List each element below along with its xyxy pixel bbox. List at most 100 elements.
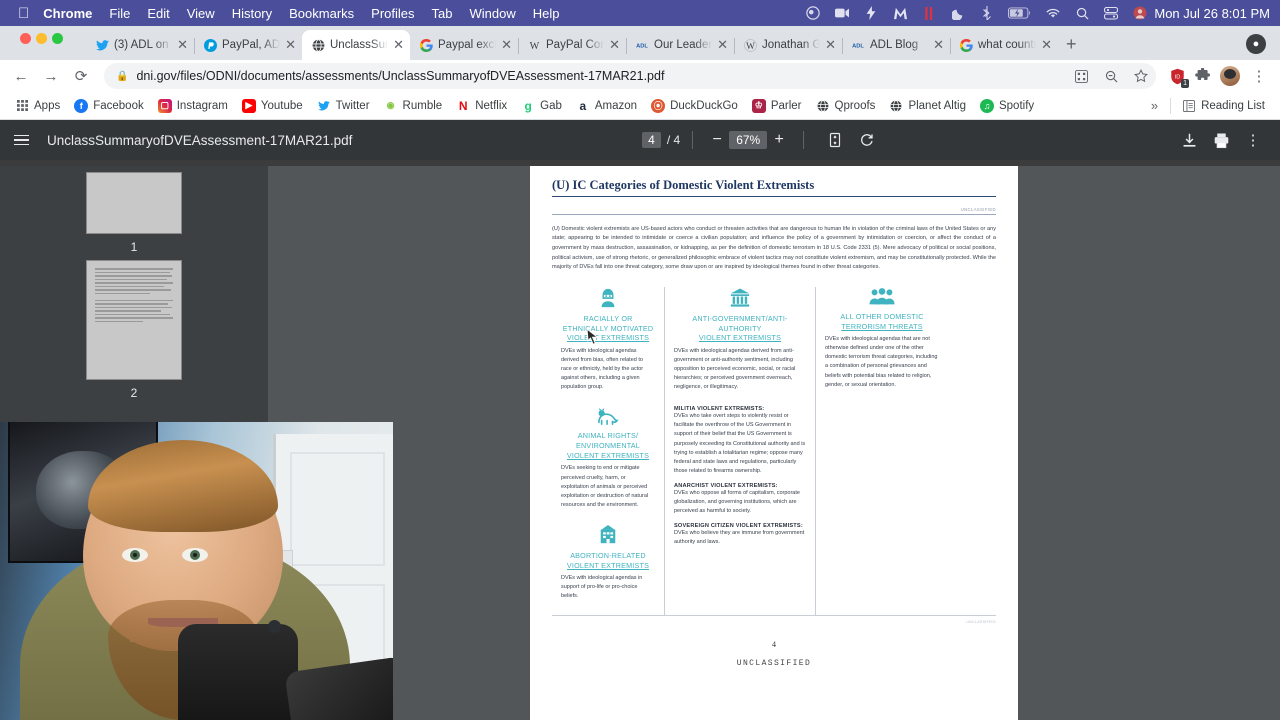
zoom-in-button[interactable]: + bbox=[767, 128, 791, 152]
forward-arrow-icon[interactable]: → bbox=[38, 63, 64, 89]
reading-list-button[interactable]: Reading List bbox=[1175, 96, 1272, 116]
tab-label: Jonathan Gr bbox=[762, 39, 821, 51]
new-tab-button[interactable]: + bbox=[1066, 34, 1077, 55]
close-tab-icon[interactable]: ✕ bbox=[1041, 37, 1052, 53]
qr-code-icon[interactable] bbox=[1070, 65, 1092, 87]
tab-jonathan-greenblatt[interactable]: W Jonathan Gr ✕ bbox=[734, 30, 843, 60]
menu-item-chrome[interactable]: Chrome bbox=[43, 6, 92, 21]
menubar-clock[interactable]: Mon Jul 26 8:01 PM bbox=[1154, 6, 1270, 21]
bookmark-instagram[interactable]: ▢ Instagram bbox=[151, 96, 235, 116]
thumbnail-item-2[interactable]: 2 bbox=[0, 260, 268, 400]
bookmarks-overflow-button[interactable]: » bbox=[1143, 98, 1166, 113]
reload-icon[interactable]: ⟳ bbox=[68, 63, 94, 89]
three-dot-menu-icon[interactable]: ⋮ bbox=[1246, 63, 1272, 89]
tab-adl-twitter[interactable]: (3) ADL on T ✕ bbox=[86, 30, 195, 60]
close-tab-icon[interactable]: ✕ bbox=[717, 37, 728, 53]
download-icon[interactable] bbox=[1176, 127, 1202, 153]
fit-to-page-icon[interactable] bbox=[822, 127, 848, 153]
bookmark-duckduckgo[interactable]: ⦿ DuckDuckGo bbox=[644, 96, 745, 116]
spotlight-search-icon[interactable] bbox=[1074, 5, 1090, 21]
maximize-window-button[interactable] bbox=[52, 33, 63, 44]
zoom-out-icon[interactable] bbox=[1100, 65, 1122, 87]
menu-item-view[interactable]: View bbox=[187, 6, 215, 21]
lightning-icon[interactable] bbox=[863, 5, 879, 21]
bookmark-twitter[interactable]: Twitter bbox=[310, 96, 377, 116]
menu-item-tab[interactable]: Tab bbox=[432, 6, 453, 21]
bookmark-youtube[interactable]: ▶ Youtube bbox=[235, 96, 310, 116]
bookmark-amazon[interactable]: a Amazon bbox=[569, 96, 644, 116]
account-avatar[interactable] bbox=[1220, 66, 1240, 86]
address-bar[interactable]: 🔒 dni.gov/files/ODNI/documents/assessmen… bbox=[104, 63, 1156, 89]
menu-item-file[interactable]: File bbox=[109, 6, 130, 21]
bluetooth-icon[interactable] bbox=[979, 5, 995, 21]
bookmark-apps[interactable]: Apps bbox=[8, 96, 67, 116]
tab-label: UnclassSum bbox=[330, 39, 388, 51]
close-tab-icon[interactable]: ✕ bbox=[933, 37, 944, 53]
close-tab-icon[interactable]: ✕ bbox=[501, 37, 512, 53]
close-tab-icon[interactable]: ✕ bbox=[393, 37, 404, 53]
bookmark-netflix[interactable]: N Netflix bbox=[449, 96, 514, 116]
pdf-page-container[interactable]: (U) IC Categories of Domestic Violent Ex… bbox=[268, 166, 1280, 720]
tab-our-leaders[interactable]: ADL Our Leaders ✕ bbox=[626, 30, 735, 60]
close-window-button[interactable] bbox=[20, 33, 31, 44]
bookmark-qproofs[interactable]: Qproofs bbox=[809, 96, 883, 116]
category-heading-line3: VIOLENT EXTREMISTS bbox=[566, 333, 650, 343]
window-controls[interactable] bbox=[10, 33, 63, 52]
hamburger-menu-icon[interactable] bbox=[14, 134, 29, 146]
obs-icon[interactable] bbox=[805, 5, 821, 21]
apple-logo-icon[interactable]:  bbox=[18, 6, 29, 21]
close-tab-icon[interactable]: ✕ bbox=[825, 37, 836, 53]
menu-item-window[interactable]: Window bbox=[470, 6, 516, 21]
rumble-icon: ◉ bbox=[386, 100, 395, 110]
do-not-disturb-moon-icon[interactable] bbox=[950, 5, 966, 21]
pdf-zoom-level[interactable]: 67% bbox=[729, 131, 768, 149]
thumbnail-page-1-preview[interactable] bbox=[86, 172, 182, 234]
minimize-window-button[interactable] bbox=[36, 33, 47, 44]
microphone bbox=[178, 624, 298, 720]
bookmark-spotify[interactable]: ♫ Spotify bbox=[973, 96, 1041, 116]
menu-item-bookmarks[interactable]: Bookmarks bbox=[289, 6, 354, 21]
menu-item-history[interactable]: History bbox=[232, 6, 272, 21]
rotate-icon[interactable] bbox=[854, 127, 880, 153]
close-tab-icon[interactable]: ✕ bbox=[285, 37, 296, 53]
close-tab-icon[interactable]: ✕ bbox=[609, 37, 620, 53]
svg-text:W: W bbox=[746, 42, 755, 52]
battery-charging-icon[interactable] bbox=[1008, 5, 1032, 21]
shield-extension-icon[interactable]: ID 1 bbox=[1166, 65, 1189, 88]
bookmark-rumble[interactable]: ◉ Rumble bbox=[377, 96, 450, 116]
bookmark-planet-altig[interactable]: Planet Altig bbox=[882, 96, 973, 116]
category-anti-government-anti-authority: ANTI-GOVERNMENT/ANTI-AUTHORITY VIOLENT E… bbox=[674, 287, 806, 392]
control-center-icon[interactable] bbox=[1103, 5, 1119, 21]
bookmark-gab[interactable]: g Gab bbox=[514, 96, 569, 116]
zoom-out-button[interactable]: − bbox=[705, 128, 729, 152]
tab-paypal-conservative[interactable]: W PayPal Cons ✕ bbox=[518, 30, 627, 60]
close-tab-icon[interactable]: ✕ bbox=[177, 37, 188, 53]
bookmark-parler[interactable]: ♔ Parler bbox=[745, 96, 809, 116]
svg-text:W: W bbox=[529, 41, 539, 52]
pdf-page-input[interactable]: 4 bbox=[642, 132, 661, 148]
screen-record-icon[interactable] bbox=[834, 5, 850, 21]
tab-adl-blog[interactable]: ADL ADL Blog ✕ bbox=[842, 30, 951, 60]
tab-what-country[interactable]: what countr ✕ bbox=[950, 30, 1058, 60]
tab-paypal-adl[interactable]: PayPal, ADL ✕ bbox=[194, 30, 302, 60]
thumbnail-page-2-preview[interactable] bbox=[86, 260, 182, 380]
thumbnail-item-1[interactable]: 1 bbox=[0, 172, 268, 254]
menu-item-help[interactable]: Help bbox=[533, 6, 560, 21]
red-bars-icon[interactable] bbox=[921, 5, 937, 21]
pdf-more-menu-icon[interactable]: ⋮ bbox=[1240, 127, 1266, 153]
bookmark-label: Twitter bbox=[335, 99, 370, 112]
user-icon[interactable] bbox=[1132, 5, 1148, 21]
subcategory-body: DVEs who oppose all forms of capitalism,… bbox=[674, 489, 800, 514]
bookmark-facebook[interactable]: f Facebook bbox=[67, 96, 151, 116]
malwarebytes-icon[interactable] bbox=[892, 5, 908, 21]
tab-paypal-exclusive[interactable]: Paypal exclu ✕ bbox=[410, 30, 519, 60]
puzzle-piece-icon[interactable] bbox=[1192, 65, 1214, 87]
menu-item-edit[interactable]: Edit bbox=[147, 6, 169, 21]
profile-avatar-button[interactable]: ● bbox=[1246, 34, 1266, 54]
back-arrow-icon[interactable]: ← bbox=[8, 63, 34, 89]
print-icon[interactable] bbox=[1208, 127, 1234, 153]
wifi-icon[interactable] bbox=[1045, 5, 1061, 21]
tab-unclass-summary-active[interactable]: UnclassSum ✕ bbox=[302, 30, 410, 60]
star-icon[interactable] bbox=[1130, 65, 1152, 87]
menu-item-profiles[interactable]: Profiles bbox=[371, 6, 414, 21]
